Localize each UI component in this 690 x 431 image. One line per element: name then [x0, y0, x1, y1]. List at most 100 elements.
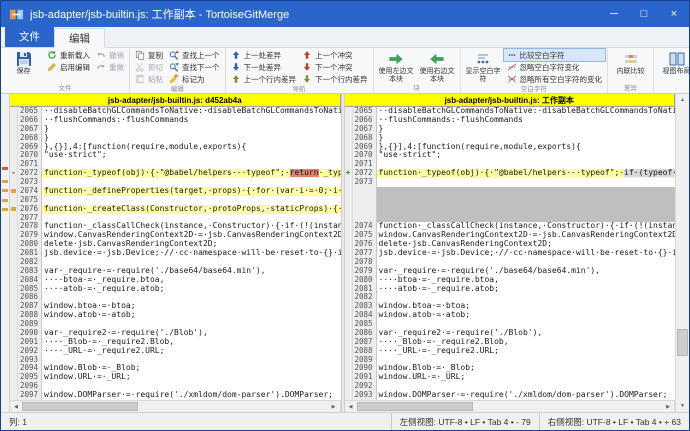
code-line[interactable]: function·_createClass(Constructor,·proto…: [42, 205, 341, 214]
inline-compare-button[interactable]: 内联比较: [610, 49, 651, 84]
minimize-button[interactable]: ─: [599, 1, 629, 27]
code-line[interactable]: window.CanvasRenderingContext2D·=·jsb.Ca…: [377, 231, 676, 240]
code-line[interactable]: window.btoa·=·btoa;: [42, 302, 341, 311]
code-line[interactable]: [42, 320, 341, 329]
code-line[interactable]: [377, 196, 676, 205]
code-line[interactable]: [42, 214, 341, 223]
code-line[interactable]: }: [42, 134, 341, 143]
scroll-up-icon[interactable]: ▲: [676, 94, 689, 106]
v-scroll-thumb[interactable]: [677, 329, 688, 355]
prev-inline-diff-button[interactable]: 上一个行内差异: [228, 73, 300, 85]
h-scroll-thumb[interactable]: [357, 402, 473, 411]
scroll-left-icon[interactable]: ◀: [345, 401, 357, 412]
code-line[interactable]: window.URL·=·_URL;: [42, 373, 341, 382]
prev-diff-button[interactable]: 上一处差异: [228, 49, 300, 61]
h-scroll-thumb[interactable]: [22, 402, 138, 411]
code-line[interactable]: [377, 187, 676, 196]
code-line[interactable]: ····atob·=·_require.atob;: [42, 285, 341, 294]
find-prev-button[interactable]: 查找上一个: [166, 49, 223, 61]
undo-button[interactable]: 撤销: [93, 49, 127, 61]
mark-button[interactable]: 标记为: [166, 73, 223, 85]
code-line[interactable]: }: [377, 134, 676, 143]
code-line[interactable]: [42, 293, 341, 302]
code-line[interactable]: [377, 320, 676, 329]
next-diff-button[interactable]: 下一处差异: [228, 61, 300, 73]
code-line[interactable]: function·_typeof(obj)·{·"@babel/helpers·…: [377, 169, 676, 178]
code-line[interactable]: window.URL·=·_URL;: [377, 373, 676, 382]
code-line[interactable]: var·_require·=·require('./base64/base64.…: [377, 267, 676, 276]
copy-button[interactable]: 复制: [132, 49, 166, 61]
v-scrollbar[interactable]: ▲ ▼: [675, 94, 689, 412]
view-layout-button[interactable]: 视图布局: [656, 49, 689, 84]
scroll-right-icon[interactable]: ▶: [328, 401, 340, 412]
code-line[interactable]: [42, 160, 341, 169]
code-line[interactable]: delete·jsb.CanvasRenderingContext2D;: [42, 240, 341, 249]
code-line[interactable]: [42, 258, 341, 267]
code-line[interactable]: function·_classCallCheck(instance,·Const…: [377, 222, 676, 231]
code-line[interactable]: [377, 293, 676, 302]
next-inline-diff-button[interactable]: 下一个行内差异: [299, 73, 371, 85]
code-line[interactable]: }: [42, 125, 341, 134]
save-button[interactable]: 保存: [3, 49, 44, 84]
code-line[interactable]: ····_URL·=·_require2.URL;: [42, 347, 341, 356]
code-line[interactable]: jsb.device·=·jsb.Device;·//·cc·namespace…: [42, 249, 341, 258]
code-line[interactable]: window.Blob·=·_Blob;: [42, 364, 341, 373]
code-line[interactable]: window.btoa·=·btoa;: [377, 302, 676, 311]
h-scroll-track[interactable]: [357, 401, 663, 412]
code-line[interactable]: window.CanvasRenderingContext2D·=·jsb.Ca…: [42, 231, 341, 240]
code-line[interactable]: ····btoa·=·_require.btoa,: [42, 276, 341, 285]
code-line[interactable]: window.atob·=·atob;: [377, 311, 676, 320]
code-line[interactable]: },{}],4:[function(require,module,exports…: [42, 143, 341, 152]
maximize-button[interactable]: □: [629, 1, 659, 27]
code-line[interactable]: function·_typeof(obj)·{·"@babel/helpers·…: [42, 169, 341, 178]
code-line[interactable]: "use·strict";: [42, 151, 341, 160]
use-right-block-button[interactable]: 使用右边文本块: [417, 49, 458, 84]
code-line[interactable]: [377, 214, 676, 223]
scroll-down-icon[interactable]: ▼: [676, 400, 689, 412]
code-line[interactable]: [42, 196, 341, 205]
scroll-right-icon[interactable]: ▶: [662, 401, 674, 412]
h-scroll-track[interactable]: [22, 401, 328, 412]
code-line[interactable]: [377, 356, 676, 365]
code-line[interactable]: ··flushCommands:·flushCommands: [42, 116, 341, 125]
code-line[interactable]: window.DOMParser·=·require('./xmldom/dom…: [377, 391, 676, 400]
code-line[interactable]: [377, 258, 676, 267]
code-line[interactable]: ····_Blob·=·_require2.Blob,: [377, 338, 676, 347]
code-line[interactable]: var·_require2·=·require('./Blob'),: [42, 329, 341, 338]
code-line[interactable]: var·_require2·=·require('./Blob'),: [377, 329, 676, 338]
code-line[interactable]: [42, 356, 341, 365]
ignore-ws-change-button[interactable]: 忽略空白字符变化: [504, 61, 606, 73]
compare-whitespace-button[interactable]: 比较空白字符: [504, 49, 606, 61]
titlebar[interactable]: jsb-adapter/jsb-builtin.js: 工作副本 - Torto…: [1, 1, 689, 27]
scroll-left-icon[interactable]: ◀: [10, 401, 22, 412]
code-line[interactable]: delete·jsb.CanvasRenderingContext2D;: [377, 240, 676, 249]
right-hscrollbar[interactable]: ◀ ▶: [345, 400, 676, 412]
code-line[interactable]: [377, 382, 676, 391]
use-left-block-button[interactable]: 使用左边文本块: [376, 49, 417, 84]
code-line[interactable]: "use·strict";: [377, 151, 676, 160]
reload-button[interactable]: 重新载入: [44, 49, 93, 61]
code-line[interactable]: ··disableBatchGLCommandsToNative:·disabl…: [42, 107, 341, 116]
code-line[interactable]: [42, 178, 341, 187]
code-line[interactable]: [42, 382, 341, 391]
code-line[interactable]: ··disableBatchGLCommandsToNative:·disabl…: [377, 107, 676, 116]
code-line[interactable]: ····btoa·=·_require.btoa,: [377, 276, 676, 285]
code-line[interactable]: function·_classCallCheck(instance,·Const…: [42, 222, 341, 231]
next-conflict-button[interactable]: 下一个冲突: [299, 61, 371, 73]
code-line[interactable]: }: [377, 125, 676, 134]
prev-conflict-button[interactable]: 上一个冲突: [299, 49, 371, 61]
code-line[interactable]: ··flushCommands:·flushCommands: [377, 116, 676, 125]
left-hscrollbar[interactable]: ◀ ▶: [10, 400, 341, 412]
code-line[interactable]: [377, 205, 676, 214]
close-button[interactable]: ×: [659, 1, 689, 27]
code-line[interactable]: function·_defineProperties(target,·props…: [42, 187, 341, 196]
code-line[interactable]: ····atob·=·_require.atob;: [377, 285, 676, 294]
code-line[interactable]: ····_Blob·=·_require2.Blob,: [42, 338, 341, 347]
code-line[interactable]: [377, 160, 676, 169]
code-line[interactable]: [377, 178, 676, 187]
code-line[interactable]: },{}],4:[function(require,module,exports…: [377, 143, 676, 152]
tab-file[interactable]: 文件: [5, 26, 54, 47]
enable-edit-button[interactable]: 启用编辑: [44, 61, 93, 73]
v-scroll-track[interactable]: [676, 106, 689, 400]
show-whitespace-button[interactable]: 显示空白字符: [463, 49, 504, 85]
